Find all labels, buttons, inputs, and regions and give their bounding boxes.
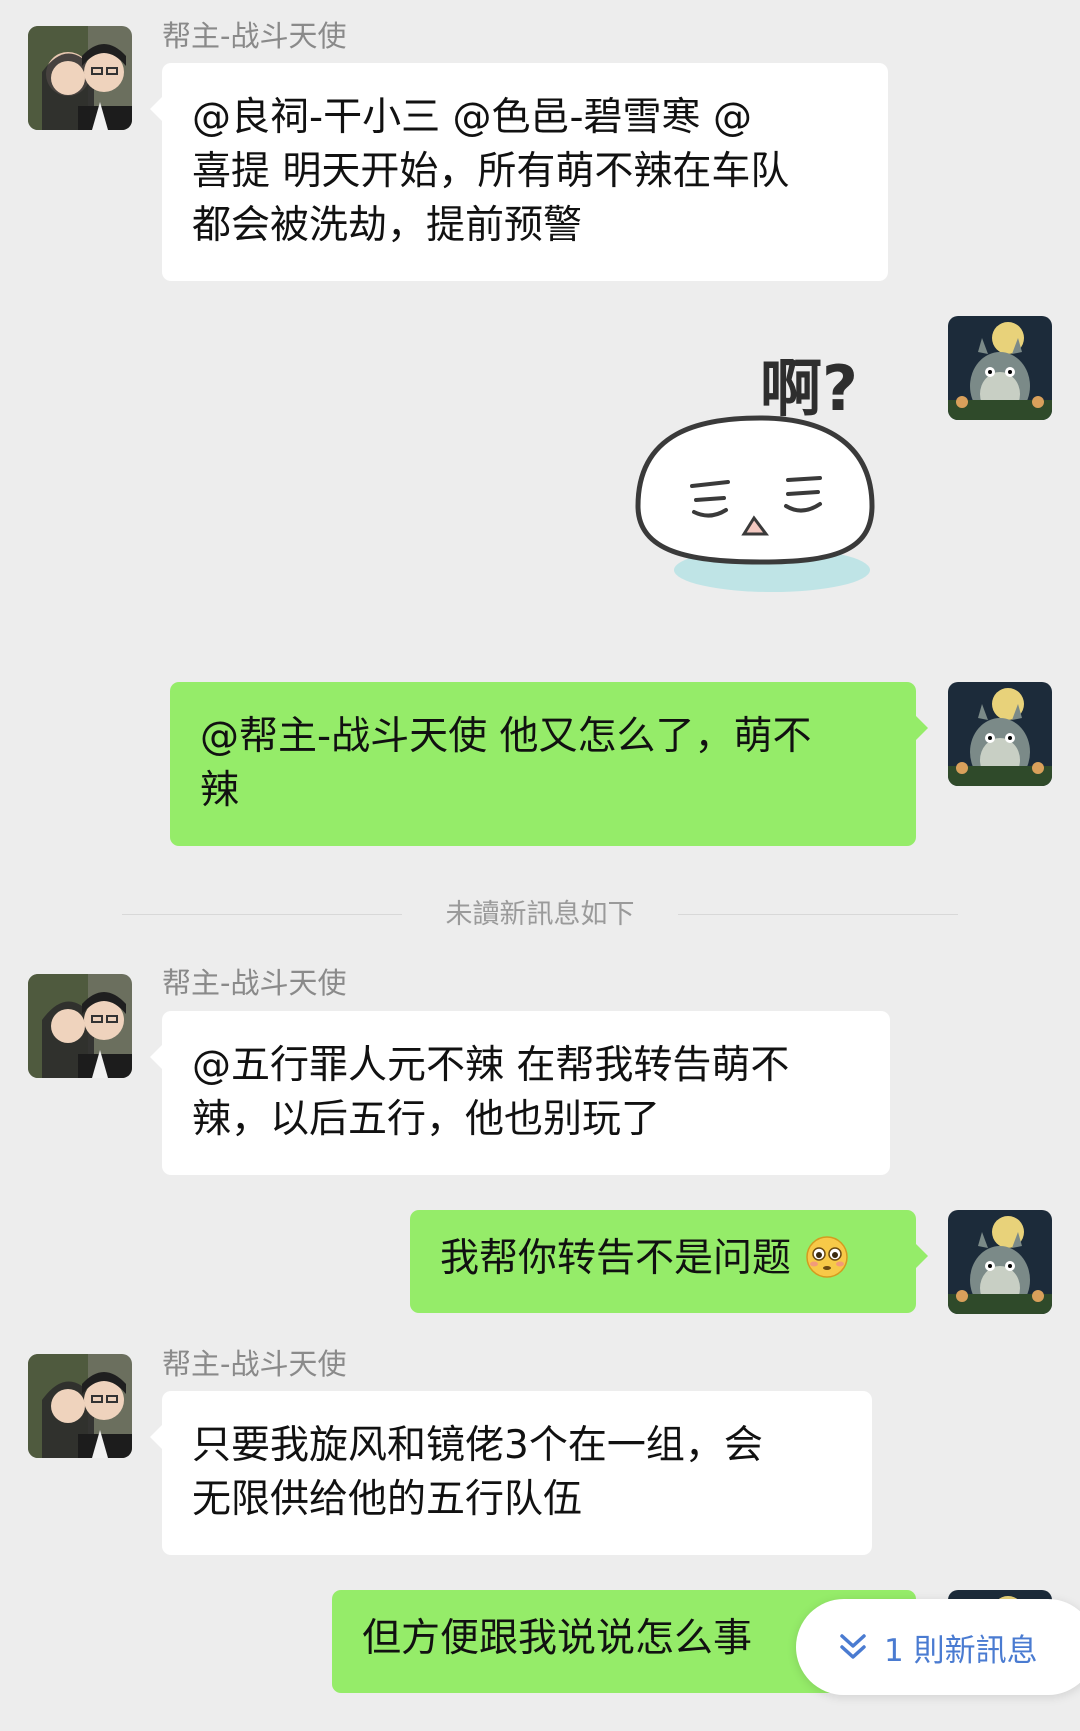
unread-divider-label: 未讀新訊息如下 xyxy=(445,899,635,930)
sender-avatar[interactable] xyxy=(28,974,132,1078)
sender-avatar[interactable] xyxy=(28,1354,132,1458)
my-avatar[interactable] xyxy=(948,682,1052,786)
totoro-avatar-icon xyxy=(948,316,1052,420)
unread-divider: 未讀新訊息如下 xyxy=(0,895,1080,935)
couple-photo-avatar-icon xyxy=(28,26,132,130)
incoming-message-bubble[interactable]: 只要我旋风和镜佬3个在一组，会 无限供给他的五行队伍 xyxy=(150,1391,872,1555)
flushed-face-emoji-icon xyxy=(806,1236,849,1278)
couple-photo-avatar-icon xyxy=(28,1354,132,1458)
new-messages-label: 1 則新訊息 xyxy=(884,1632,1038,1669)
message-line: 喜提 明天开始，所有萌不辣在车队 xyxy=(192,149,790,194)
message-line: @良祠-干小三 @色邑-碧雪寒 @ xyxy=(192,95,752,140)
message-text: 我帮你转告不是问题 xyxy=(440,1236,792,1281)
my-avatar[interactable] xyxy=(948,1210,1052,1314)
incoming-message-bubble[interactable]: @五行罪人元不辣 在帮我转告萌不 辣，以后五行，他也别玩了 xyxy=(150,1011,890,1175)
sender-name: 帮主-战斗天使 xyxy=(162,19,347,53)
message-line-with-emoji: 我帮你转告不是问题 xyxy=(440,1232,886,1286)
double-chevron-down-icon xyxy=(840,1634,866,1659)
confused-bun-sticker[interactable]: 啊? xyxy=(620,330,920,620)
message-line: @帮主-战斗天使 他又怎么了，萌不 xyxy=(200,714,812,759)
message-line: 无限供给他的五行队伍 xyxy=(192,1477,583,1522)
totoro-avatar-icon xyxy=(948,682,1052,786)
totoro-avatar-icon xyxy=(948,1210,1052,1314)
my-avatar[interactable] xyxy=(948,316,1052,420)
message-line: 辣，以后五行，他也别玩了 xyxy=(192,1097,661,1142)
incoming-message-bubble[interactable]: @良祠-干小三 @色邑-碧雪寒 @ 喜提 明天开始，所有萌不辣在车队 都会被洗劫… xyxy=(150,63,888,281)
sender-name: 帮主-战斗天使 xyxy=(162,1347,347,1381)
message-line: 只要我旋风和镜佬3个在一组，会 xyxy=(192,1423,763,1468)
message-line: 都会被洗劫，提前预警 xyxy=(192,203,583,248)
sender-name: 帮主-战斗天使 xyxy=(162,966,347,1000)
sticker-caption: 啊? xyxy=(760,352,858,425)
sender-avatar[interactable] xyxy=(28,26,132,130)
message-line: @五行罪人元不辣 在帮我转告萌不 xyxy=(192,1043,790,1088)
outgoing-message-bubble[interactable]: 我帮你转告不是问题 xyxy=(410,1210,928,1313)
outgoing-message-bubble[interactable]: @帮主-战斗天使 他又怎么了，萌不 辣 xyxy=(170,682,928,846)
new-messages-button[interactable]: 1 則新訊息 xyxy=(796,1599,1080,1695)
message-line: 辣 xyxy=(200,768,240,813)
couple-photo-avatar-icon xyxy=(28,974,132,1078)
